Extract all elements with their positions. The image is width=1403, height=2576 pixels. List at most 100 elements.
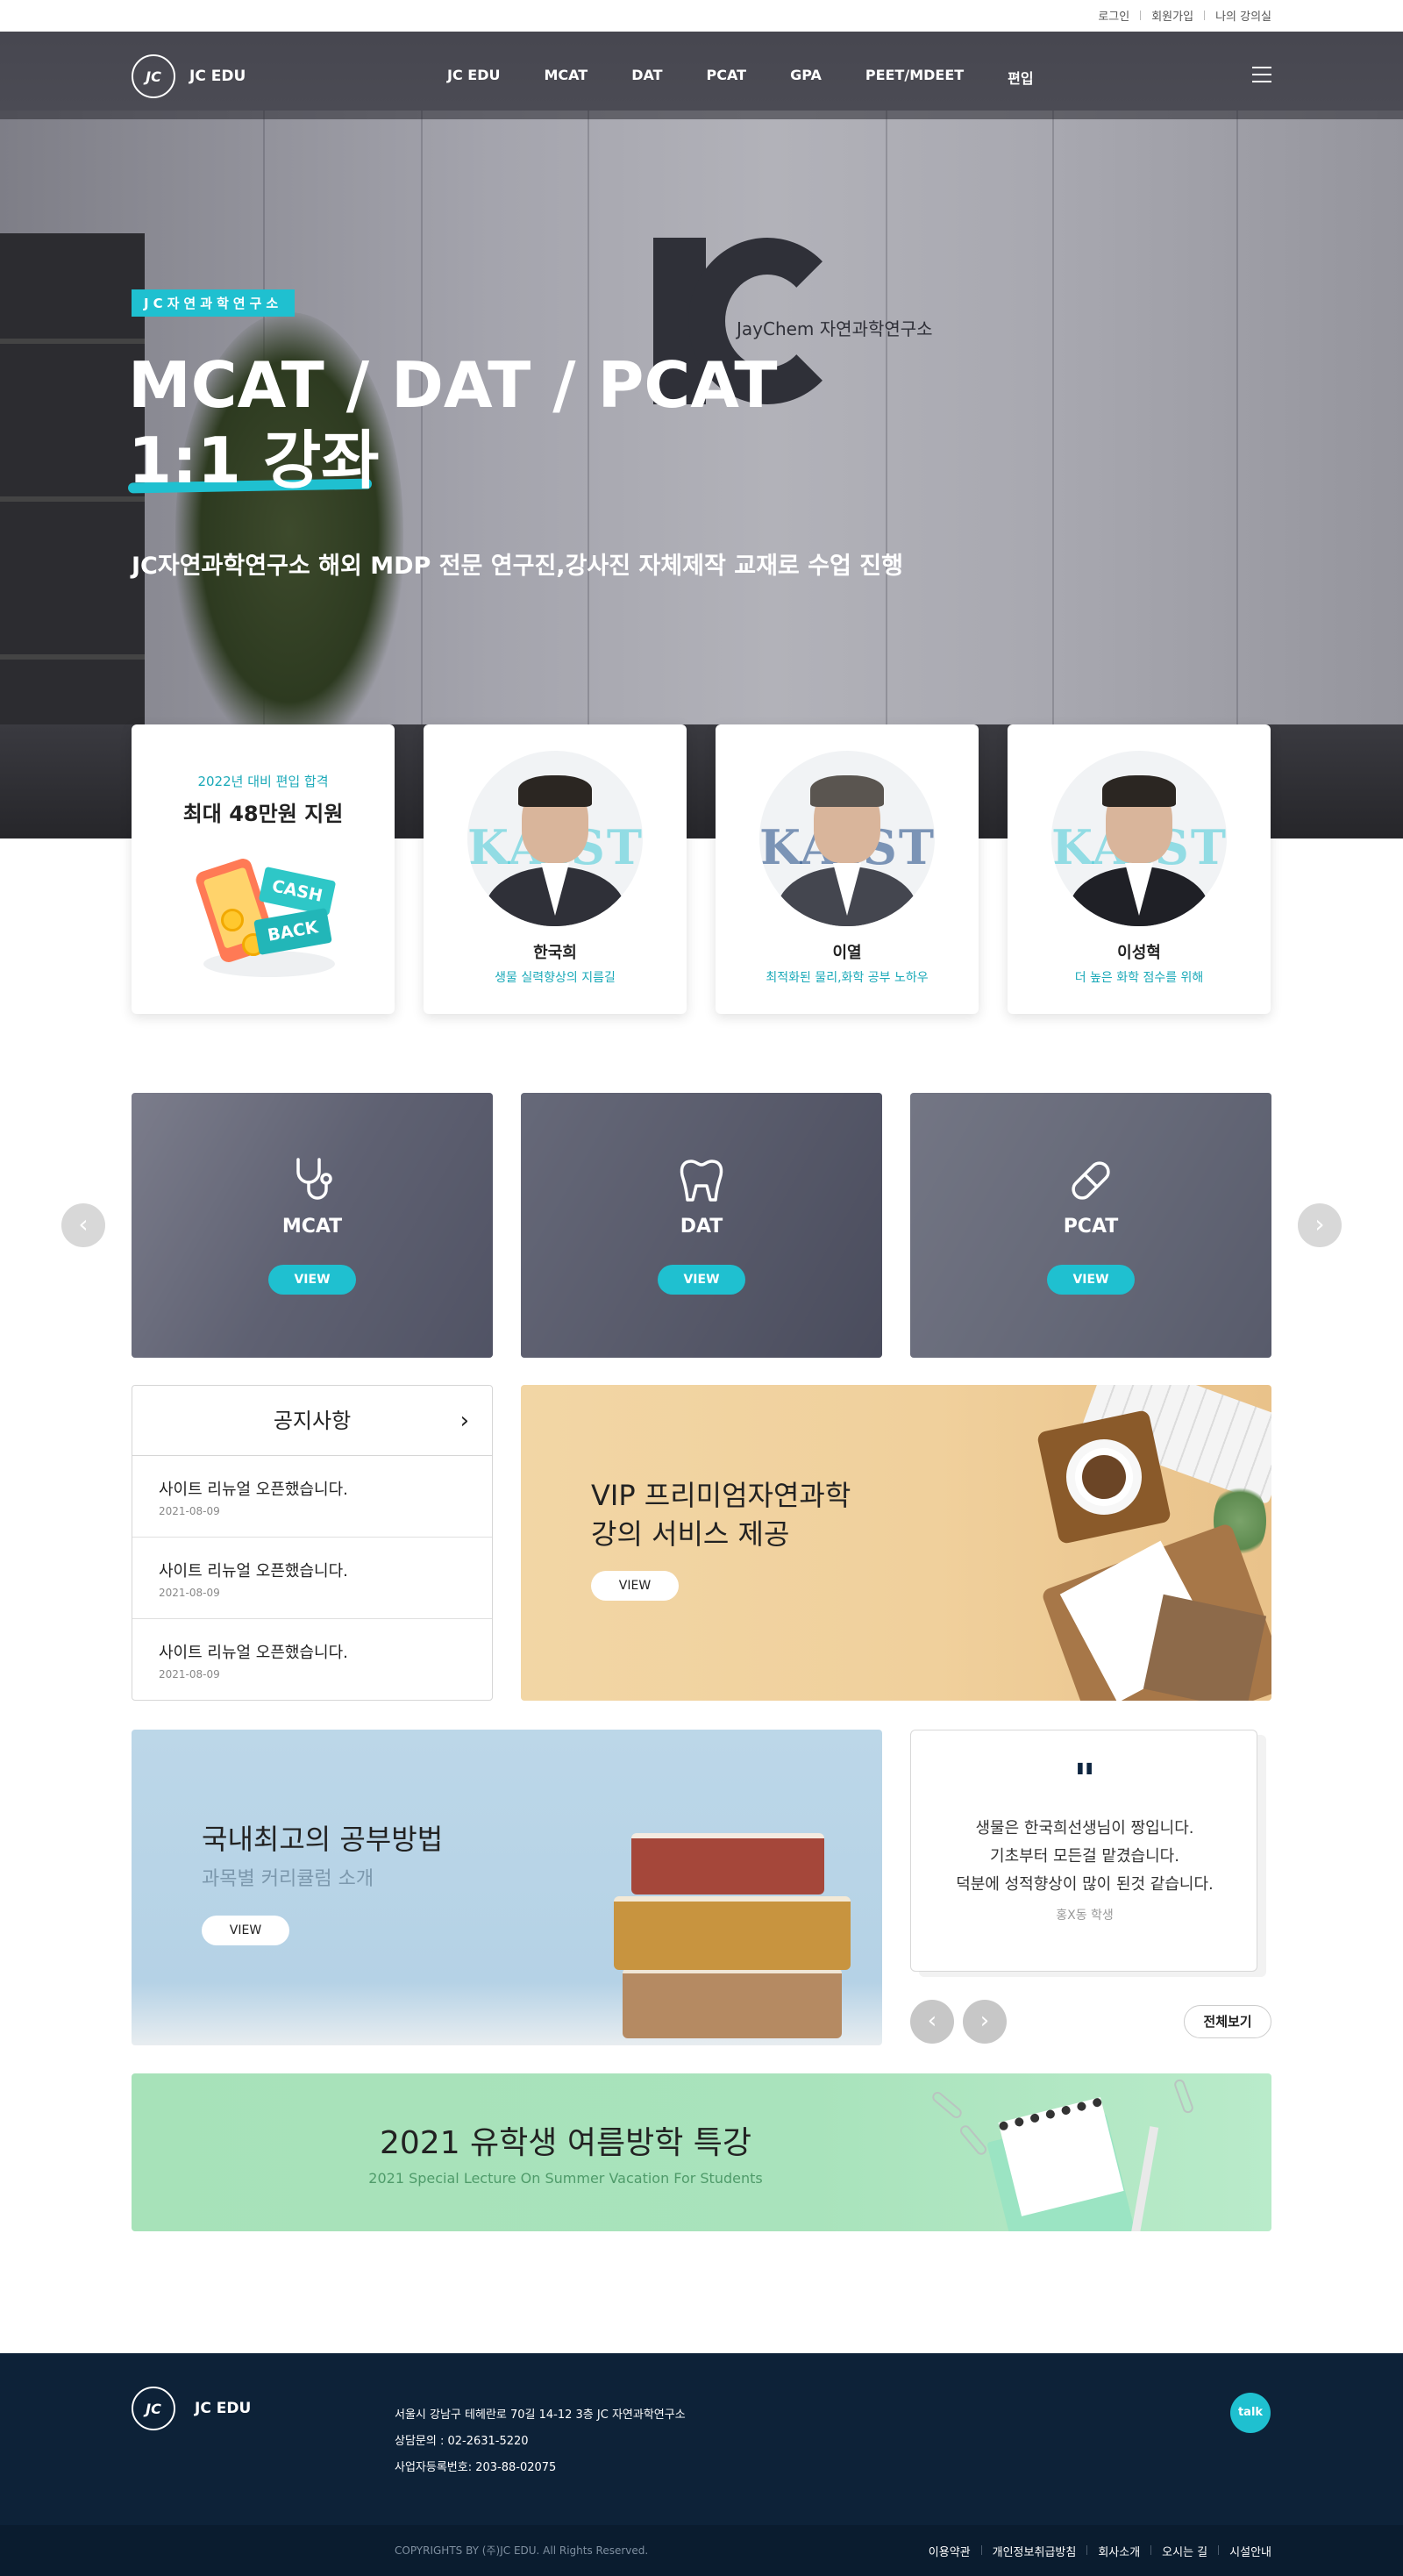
footer-bottom-bar: COPYRIGHTS BY (주)JC EDU. All Rights Rese… [0, 2525, 1403, 2576]
teacher-card[interactable]: KAIST 이성혁 더 높은 화학 점수를 위해 [1008, 724, 1271, 1014]
hero-badge: JC자연과학연구소 [132, 289, 296, 317]
study-method-banner[interactable]: 국내최고의 공부방법 과목별 커리큘럼 소개 VIEW [132, 1730, 882, 2045]
utility-bar: 로그인 회원가입 나의 강의실 [0, 0, 1403, 32]
summer-lecture-banner[interactable]: 2021 유학생 여름방학 특강 2021 Special Lecture On… [132, 2073, 1271, 2231]
notice-item-title: 사이트 리뉴얼 오픈했습니다. [159, 1644, 348, 1662]
teacher-card[interactable]: KAIST 이열 최적화된 물리,화학 공부 노하우 [716, 724, 979, 1014]
pen-image [1129, 2126, 1159, 2231]
carousel-prev-button[interactable]: ‹ [61, 1203, 105, 1247]
teacher-card[interactable]: KAIST 한국희 생물 실력향상의 지름길 [424, 724, 687, 1014]
quote-icon: " [1073, 1755, 1096, 1804]
testimonial-text: 생물은 한국희선생님이 짱입니다. 기초부터 모든걸 맡겼습니다. 덕분에 성적… [956, 1819, 1214, 1894]
nav-item-gpa[interactable]: GPA [790, 67, 822, 88]
notice-item-date: 2021-08-09 [159, 1505, 220, 1517]
vip-banner[interactable]: VIP 프리미엄자연과학 강의 서비스 제공 VIEW [521, 1385, 1271, 1701]
footer-info: 서울시 강남구 테헤란로 70길 14-12 3층 JC 자연과학연구소 상담문… [395, 2402, 686, 2481]
divider [980, 2545, 982, 2555]
notice-title: 공지사항 [273, 1409, 352, 1433]
notice-item-date: 2021-08-09 [159, 1668, 220, 1680]
jc-logo-icon: JC [132, 54, 175, 98]
wall-panel-line [421, 111, 423, 742]
notice-header[interactable]: 공지사항 › [132, 1386, 492, 1456]
view-button[interactable]: VIEW [591, 1571, 679, 1601]
promo-card-main: 최대 48만원 지원 [182, 802, 344, 826]
nav-menu: JC EDU MCAT DAT PCAT GPA PEET/MDEET 편입 [447, 67, 1078, 88]
testimonial-next-button[interactable]: › [963, 2000, 1007, 2044]
testimonial-prev-button[interactable]: ‹ [910, 2000, 954, 2044]
chevron-right-icon[interactable]: › [460, 1386, 469, 1456]
wall-panel-line [1236, 111, 1238, 742]
teacher-desc: 생물 실력향상의 지름길 [495, 971, 616, 985]
book-image [614, 1896, 851, 1970]
wall-panel-line [1052, 111, 1054, 742]
category-tile-dat[interactable]: DAT VIEW [521, 1093, 882, 1358]
hero-title: MCAT / DAT / PCAT [128, 348, 778, 422]
book-image [623, 1968, 842, 2038]
footer-link-directions[interactable]: 오시는 길 [1162, 2543, 1207, 2559]
footer-link-about[interactable]: 회사소개 [1098, 2543, 1140, 2559]
jc-logo-icon: JC [132, 2387, 175, 2430]
footer-link-facilities[interactable]: 시설안내 [1229, 2543, 1271, 2559]
nav-item-mcat[interactable]: MCAT [544, 67, 588, 88]
notice-item[interactable]: 사이트 리뉴얼 오픈했습니다. 2021-08-09 [132, 1538, 492, 1619]
tooth-icon [675, 1154, 728, 1207]
teacher-name: 이열 [832, 944, 862, 962]
footer: JC JC EDU 서울시 강남구 테헤란로 70길 14-12 3층 JC 자… [0, 2353, 1403, 2576]
brand-name: JC EDU [189, 68, 246, 85]
nav-item-transfer[interactable]: 편입 [1008, 67, 1033, 88]
divider [1140, 11, 1142, 20]
summer-banner-title: 2021 유학생 여름방학 특강 [379, 2125, 752, 2161]
promo-card-top: 2022년 대비 편입 합격 [197, 774, 329, 789]
view-button[interactable]: VIEW [1047, 1265, 1135, 1295]
notice-item-title: 사이트 리뉴얼 오픈했습니다. [159, 1481, 348, 1499]
book-image [631, 1833, 824, 1895]
nav-item-jc-edu[interactable]: JC EDU [447, 67, 500, 88]
footer-link-terms[interactable]: 이용약관 [929, 2543, 971, 2559]
category-label: MCAT [281, 1216, 343, 1238]
page: 로그인 회원가입 나의 강의실 JayChem 자연과학연구소 JC JC ED [0, 0, 1403, 2576]
teacher-desc: 최적화된 물리,화학 공부 노하우 [766, 971, 929, 985]
brand-logo[interactable]: JC JC EDU [132, 54, 246, 98]
footer-brand-name: JC EDU [195, 2400, 252, 2417]
wall-panel-line [588, 111, 589, 742]
study-banner-subtitle: 과목별 커리큘럼 소개 [202, 1868, 374, 1890]
category-tile-mcat[interactable]: MCAT VIEW [132, 1093, 493, 1358]
signup-link[interactable]: 회원가입 [1151, 7, 1193, 24]
view-all-button[interactable]: 전체보기 [1184, 2005, 1271, 2038]
notice-item[interactable]: 사이트 리뉴얼 오픈했습니다. 2021-08-09 [132, 1619, 492, 1701]
teacher-photo: KAIST [1051, 751, 1227, 926]
divider [1204, 11, 1206, 20]
nav-item-peet-mdeet[interactable]: PEET/MDEET [865, 67, 964, 88]
carousel-next-button[interactable]: › [1298, 1203, 1342, 1247]
nav-item-pcat[interactable]: PCAT [707, 67, 747, 88]
category-label: PCAT [1063, 1216, 1119, 1238]
my-classroom-link[interactable]: 나의 강의실 [1215, 7, 1271, 24]
chat-icon[interactable]: talk [1230, 2393, 1271, 2433]
divider [1086, 2545, 1088, 2555]
divider [1218, 2545, 1220, 2555]
nav-item-dat[interactable]: DAT [631, 67, 662, 88]
pill-icon [1065, 1154, 1117, 1207]
login-link[interactable]: 로그인 [1098, 7, 1129, 24]
divider [1150, 2545, 1152, 2555]
hero-description: JC자연과학연구소 해외 MDP 전문 연구진,강사진 자체제작 교재로 수업 … [132, 553, 903, 580]
testimonial-card: " 생물은 한국희선생님이 짱입니다. 기초부터 모든걸 맡겼습니다. 덕분에 … [910, 1730, 1257, 1972]
hamburger-icon[interactable] [1252, 67, 1271, 82]
view-button[interactable]: VIEW [658, 1265, 745, 1295]
study-banner-title: 국내최고의 공부방법 [202, 1823, 444, 1856]
view-button[interactable]: VIEW [202, 1916, 289, 1945]
testimonial-author: 홍X동 학생 [1056, 1909, 1114, 1923]
copyright: COPYRIGHTS BY (주)JC EDU. All Rights Rese… [395, 2544, 649, 2557]
footer-brand[interactable]: JC JC EDU [132, 2387, 251, 2430]
view-button[interactable]: VIEW [268, 1265, 356, 1295]
teacher-photo: KAIST [467, 751, 643, 926]
coffee-cup-image [1036, 1409, 1172, 1545]
teacher-desc: 더 높은 화학 점수를 위해 [1074, 971, 1204, 985]
promo-card[interactable]: 2022년 대비 편입 합격 최대 48만원 지원 CASH BACK [132, 724, 395, 1014]
footer-link-privacy[interactable]: 개인정보취급방침 [993, 2543, 1077, 2559]
footer-address: 서울시 강남구 테헤란로 70길 14-12 3층 JC 자연과학연구소 [395, 2408, 686, 2422]
teacher-name: 한국희 [533, 944, 577, 962]
notice-item[interactable]: 사이트 리뉴얼 오픈했습니다. 2021-08-09 [132, 1456, 492, 1538]
category-tile-pcat[interactable]: PCAT VIEW [910, 1093, 1271, 1358]
utility-links: 로그인 회원가입 나의 강의실 [1098, 7, 1271, 24]
